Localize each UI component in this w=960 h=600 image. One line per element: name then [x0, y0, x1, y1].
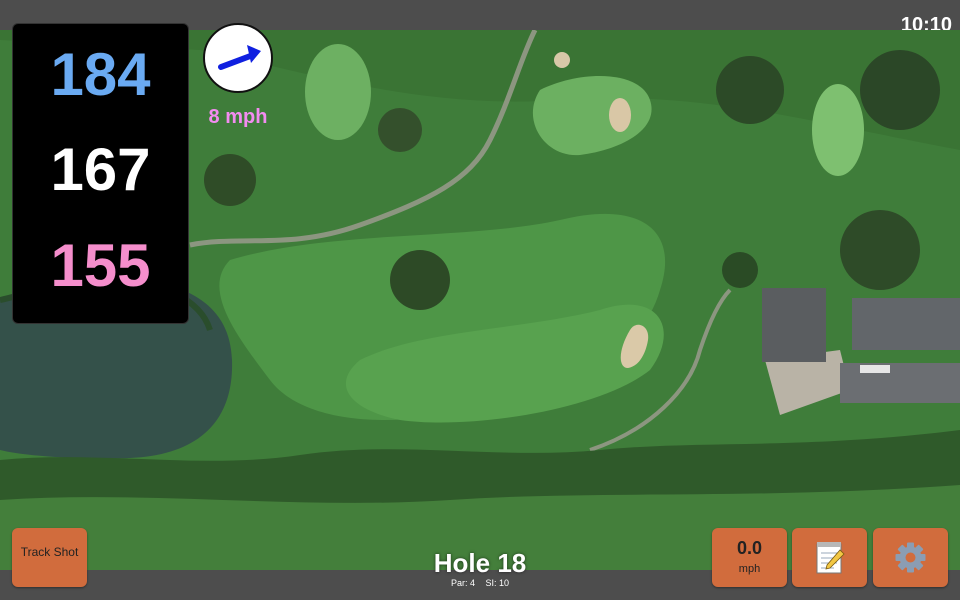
gear-icon	[895, 542, 926, 573]
track-shot-button[interactable]: Track Shot	[12, 528, 87, 587]
track-shot-label: Track Shot	[20, 545, 79, 559]
wind-indicator	[203, 23, 273, 93]
hole-info: Par: 4 SI: 10	[380, 577, 580, 589]
speed-unit: mph	[738, 563, 761, 575]
notepad-icon	[816, 542, 845, 574]
wind-speed-label: 8 mph	[208, 106, 268, 128]
hole-stroke-index: SI: 10	[485, 578, 510, 588]
wind-arrow-icon	[218, 45, 261, 70]
settings-button[interactable]	[873, 528, 948, 587]
notes-button[interactable]	[792, 528, 867, 587]
hole-par: Par: 4	[450, 578, 475, 588]
distance-panel: 184 167 155	[12, 23, 189, 324]
speed-button[interactable]: 0.0 mph	[712, 528, 787, 587]
front-distance: 155	[50, 232, 151, 299]
middle-distance: 167	[50, 136, 151, 203]
back-distance: 184	[50, 41, 151, 108]
speed-value: 0.0	[736, 538, 763, 558]
hole-title: Hole 18	[433, 548, 527, 578]
